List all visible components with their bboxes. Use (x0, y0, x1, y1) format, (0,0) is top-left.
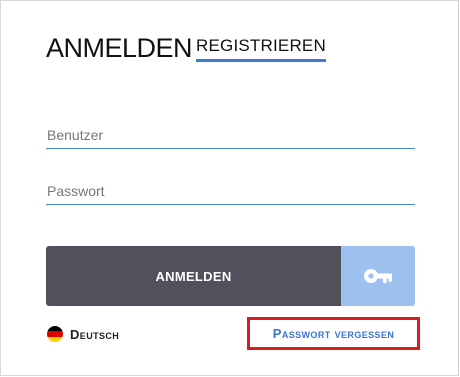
language-label: Deutsch (70, 326, 120, 342)
login-button-row: ANMELDEN (46, 246, 415, 306)
key-icon (364, 269, 392, 283)
key-login-button[interactable] (341, 246, 415, 306)
language-selector[interactable]: Deutsch (47, 326, 119, 342)
password-input[interactable] (46, 177, 415, 205)
auth-tabs: ANMELDEN REGISTRIEREN (46, 33, 326, 63)
tab-login[interactable]: ANMELDEN (46, 33, 193, 63)
forgot-password-link[interactable]: Passwort vergessen (273, 326, 395, 341)
tab-register[interactable]: REGISTRIEREN (196, 36, 326, 62)
forgot-password-highlight: Passwort vergessen (247, 317, 420, 350)
login-card: ANMELDEN REGISTRIEREN ANMELDEN Deutsch P… (0, 0, 459, 376)
login-button[interactable]: ANMELDEN (46, 246, 341, 306)
username-input[interactable] (46, 121, 415, 149)
germany-flag-icon (47, 326, 63, 342)
